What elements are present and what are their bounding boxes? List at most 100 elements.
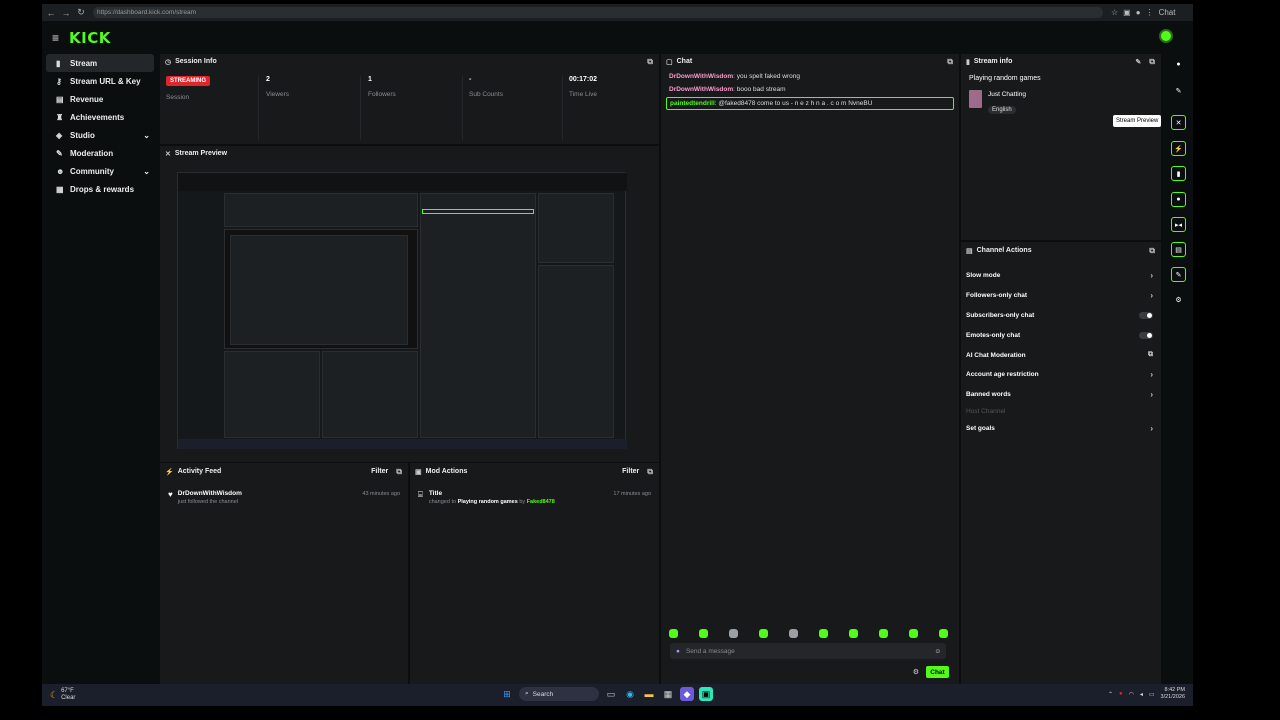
stat-value: 1 xyxy=(368,76,372,83)
category-name[interactable]: Just Chatting xyxy=(988,91,1026,98)
microphone-icon[interactable]: ● xyxy=(676,648,680,655)
stream-info-panel: ▮ Stream info ✎ ⧉ Playing random games J… xyxy=(961,54,1161,240)
sidebar-item-stream[interactable]: ▮ Stream xyxy=(46,54,154,72)
channel-action-slow-mode[interactable]: Slow mode › xyxy=(961,266,1161,286)
volume-icon[interactable]: ◂ xyxy=(1140,691,1143,698)
back-icon[interactable]: ← xyxy=(45,7,57,19)
channel-action-ai-moderation[interactable]: AI Chat Moderation ⧉ xyxy=(961,345,1161,365)
mod-actions-widget-icon[interactable]: ▮ xyxy=(1171,166,1186,181)
stat-viewers: 2 Viewers xyxy=(266,76,289,98)
send-chat-button[interactable]: Chat xyxy=(926,666,949,678)
popout-icon[interactable]: ⧉ xyxy=(647,467,653,477)
filter-button[interactable]: Filter xyxy=(622,468,639,475)
user-avatar[interactable] xyxy=(1159,29,1173,43)
kick-logo[interactable]: KICK xyxy=(69,29,111,47)
chat-widget-icon[interactable]: ● xyxy=(1171,192,1186,207)
emote-icon[interactable] xyxy=(699,629,708,638)
teams-icon[interactable]: ◆ xyxy=(680,687,694,701)
star-icon[interactable]: ☆ xyxy=(1111,8,1118,17)
chat-input-placeholder: Send a message xyxy=(685,647,735,655)
emote-icon[interactable] xyxy=(819,629,828,638)
sidebar-item-revenue[interactable]: ▤ Revenue xyxy=(46,90,154,108)
activity-user[interactable]: DrDownWithWisdom xyxy=(178,490,242,497)
emote-icon[interactable] xyxy=(909,629,918,638)
profile-label[interactable]: Chat xyxy=(1159,8,1176,17)
emote-icon[interactable] xyxy=(669,629,678,638)
wifi-icon[interactable]: ◠ xyxy=(1129,691,1134,698)
battery-icon[interactable]: ▭ xyxy=(1149,691,1155,698)
reload-icon[interactable]: ↻ xyxy=(75,7,87,19)
hamburger-menu-icon[interactable]: ≡ xyxy=(52,31,59,45)
sidebar-item-stream-url-key[interactable]: ⚷ Stream URL & Key xyxy=(46,72,154,90)
popout-icon[interactable]: ⧉ xyxy=(1149,57,1155,67)
emote-icon[interactable] xyxy=(759,629,768,638)
sidebar-item-label: Drops & rewards xyxy=(70,184,135,194)
popout-icon[interactable]: ⧉ xyxy=(647,57,653,67)
sidebar-item-drops-rewards[interactable]: ▦ Drops & rewards xyxy=(46,180,154,198)
taskbar-search[interactable]: ⌕ Search xyxy=(519,687,599,701)
clock-date: 3/21/2026 xyxy=(1160,694,1185,700)
clock[interactable]: 8:42 PM 3/21/2026 xyxy=(1161,687,1185,701)
channel-action-label: Emotes-only chat xyxy=(966,331,1021,339)
windows-start-icon[interactable]: ⊞ xyxy=(500,687,514,701)
shield-icon: ▣ xyxy=(415,468,422,476)
emote-icon[interactable] xyxy=(729,629,738,638)
edit-icon[interactable]: ✎ xyxy=(1135,58,1141,66)
chat-username[interactable]: DrDownWithWisdom xyxy=(669,73,733,80)
chat-input[interactable]: ● Send a message ☺ xyxy=(670,643,946,659)
bolt-widget-icon[interactable]: ⚡ xyxy=(1171,141,1186,156)
stream-preview-widget-icon[interactable]: ✕ xyxy=(1171,115,1186,130)
stream-preview-video[interactable] xyxy=(177,172,627,449)
address-bar[interactable]: https://dashboard.kick.com/stream xyxy=(93,7,1103,18)
emotes-only-toggle[interactable] xyxy=(1139,331,1153,339)
emoji-icon[interactable]: ☺ xyxy=(934,648,941,655)
profile-icon[interactable]: ● xyxy=(1136,8,1141,17)
popout-icon[interactable]: ⧉ xyxy=(947,57,953,67)
sidebar-item-studio[interactable]: ◈ Studio ⌄ xyxy=(46,126,154,144)
add-widget-icon[interactable]: ⚙ xyxy=(1171,292,1186,307)
sidebar-item-achievements[interactable]: ♜ Achievements xyxy=(46,108,154,126)
app-icon[interactable]: ▣ xyxy=(699,687,713,701)
chevron-right-icon: › xyxy=(1150,291,1153,301)
os-taskbar: ☾ 67°F Clear ⊞ ⌕ Search ▭ ◉ ▬ ▦ ◆ ▣ ⌃ ● ◠… xyxy=(42,684,1193,706)
session-widget-icon[interactable]: ▸◂ xyxy=(1171,217,1186,232)
channel-action-set-goals[interactable]: Set goals › xyxy=(961,419,1161,439)
menu-icon[interactable]: ⋮ xyxy=(1146,8,1154,17)
pencil-icon[interactable]: ✎ xyxy=(1171,83,1186,98)
weather-widget[interactable]: ☾ 67°F Clear xyxy=(50,688,75,702)
popout-icon[interactable]: ⧉ xyxy=(1149,246,1155,256)
subscribers-only-toggle[interactable] xyxy=(1139,311,1153,319)
task-view-icon[interactable]: ▭ xyxy=(604,687,618,701)
info-icon[interactable]: ● xyxy=(1171,57,1186,72)
mod-action-prefix: changed to xyxy=(428,499,457,505)
sidebar-item-community[interactable]: ☻ Community ⌄ xyxy=(46,162,154,180)
preview-thumb-session xyxy=(224,193,418,227)
extensions-icon[interactable]: ▣ xyxy=(1123,8,1131,17)
chat-settings-icon[interactable]: ⚙ xyxy=(913,668,919,676)
emote-icon[interactable] xyxy=(849,629,858,638)
wrench-widget-icon[interactable]: ✎ xyxy=(1171,267,1186,282)
channel-action-banned-words[interactable]: Banned words › xyxy=(961,385,1161,405)
channel-action-account-age[interactable]: Account age restriction › xyxy=(961,365,1161,385)
mod-action-user[interactable]: Faked8478 xyxy=(527,499,555,505)
chevron-up-icon[interactable]: ⌃ xyxy=(1108,691,1113,698)
forward-icon[interactable]: → xyxy=(60,7,72,19)
emote-icon[interactable] xyxy=(939,629,948,638)
channel-action-followers-only[interactable]: Followers-only chat › xyxy=(961,286,1161,306)
stat-label: Sub Counts xyxy=(469,91,503,98)
session-info-panel: ◷ Session Info ⧉ STREAMING Session 2 Vie… xyxy=(160,54,659,144)
file-explorer-icon[interactable]: ▬ xyxy=(642,687,656,701)
store-icon[interactable]: ▦ xyxy=(661,687,675,701)
chat-username[interactable]: paintedtendrill xyxy=(670,100,715,107)
clock-time: 8:42 PM xyxy=(1164,687,1185,693)
emote-icon[interactable] xyxy=(879,629,888,638)
channel-actions-widget-icon[interactable]: ▤ xyxy=(1171,242,1186,257)
chat-username[interactable]: DrDownWithWisdom xyxy=(669,86,733,93)
filter-button[interactable]: Filter xyxy=(371,468,388,475)
tray-app-icon[interactable]: ● xyxy=(1119,691,1123,697)
edge-icon[interactable]: ◉ xyxy=(623,687,637,701)
sidebar-item-moderation[interactable]: ✎ Moderation xyxy=(46,144,154,162)
emote-icon[interactable] xyxy=(789,629,798,638)
preview-thumb-header xyxy=(178,173,627,191)
popout-icon[interactable]: ⧉ xyxy=(396,467,402,477)
